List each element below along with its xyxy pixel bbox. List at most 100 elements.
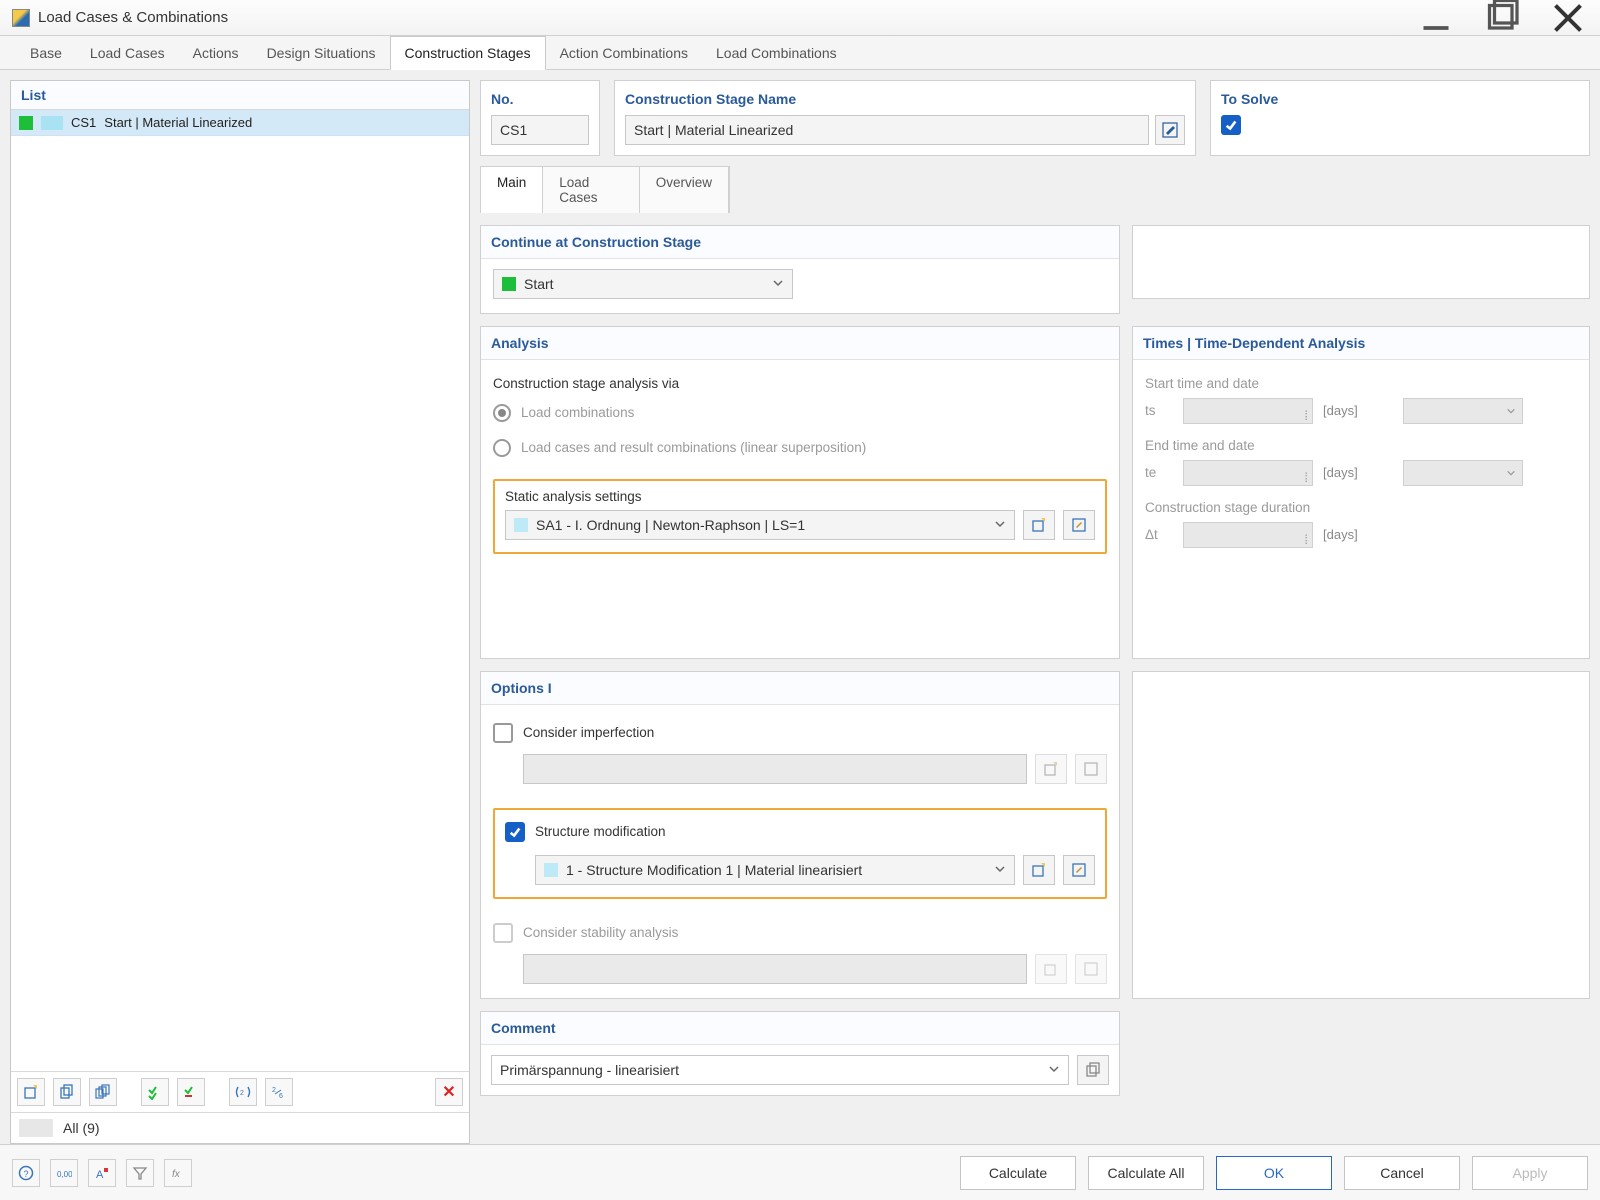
subtab-overview[interactable]: Overview [640, 167, 729, 213]
static-analysis-value: SA1 - I. Ordnung | Newton-Raphson | LS=1 [536, 517, 805, 533]
te-date-select[interactable] [1403, 460, 1523, 486]
ts-input[interactable]: ⁞ [1183, 398, 1313, 424]
to-solve-box: To Solve [1210, 80, 1590, 156]
ts-date-select[interactable] [1403, 398, 1523, 424]
radio-label-2: Load cases and result combinations (line… [521, 440, 866, 455]
imperfection-checkbox[interactable] [493, 723, 513, 743]
dt-input[interactable]: ⁞ [1183, 522, 1313, 548]
chevron-down-icon [1048, 1062, 1060, 1078]
structure-mod-checkbox[interactable] [505, 822, 525, 842]
calculate-button[interactable]: Calculate [960, 1156, 1076, 1190]
stability-label: Consider stability analysis [523, 925, 678, 940]
continue-dropdown[interactable]: Start [493, 269, 793, 299]
new-stability-icon[interactable] [1035, 954, 1067, 984]
imperfection-label: Consider imperfection [523, 725, 654, 740]
renumber-all-icon[interactable]: 26 [265, 1078, 293, 1106]
ok-button[interactable]: OK [1216, 1156, 1332, 1190]
units-icon[interactable]: 0,00 [50, 1159, 78, 1187]
te-input[interactable]: ⁞ [1183, 460, 1313, 486]
name-label: Construction Stage Name [625, 87, 1185, 115]
ts-unit: [days] [1323, 403, 1393, 418]
comment-dropdown[interactable]: Primärspannung - linearisiert [491, 1055, 1069, 1085]
dt-unit: [days] [1323, 527, 1393, 542]
delete-icon[interactable]: ✕ [435, 1078, 463, 1106]
structure-mod-label: Structure modification [535, 824, 666, 839]
structure-mod-dropdown[interactable]: 1 - Structure Modification 1 | Material … [535, 855, 1015, 885]
calculate-all-button[interactable]: Calculate All [1088, 1156, 1204, 1190]
subtab-load-cases[interactable]: Load Cases [543, 167, 639, 213]
static-analysis-dropdown[interactable]: SA1 - I. Ordnung | Newton-Raphson | LS=1 [505, 510, 1015, 540]
radio-load-combinations[interactable] [493, 404, 511, 422]
window-title: Load Cases & Combinations [38, 9, 228, 26]
swatch-cyan-icon [544, 863, 558, 877]
name-input[interactable] [625, 115, 1149, 145]
status-swatch-cyan [41, 116, 63, 130]
tab-load-combinations[interactable]: Load Combinations [702, 37, 851, 69]
list-row[interactable]: CS1 Start | Material Linearized [11, 110, 469, 136]
renumber-icon[interactable]: 2 [229, 1078, 257, 1106]
radio-linear-superposition[interactable] [493, 439, 511, 457]
times-title: Times | Time-Dependent Analysis [1133, 327, 1589, 360]
cancel-button[interactable]: Cancel [1344, 1156, 1460, 1190]
chevron-down-icon [772, 276, 784, 292]
copy-many-icon[interactable] [89, 1078, 117, 1106]
list-body[interactable]: CS1 Start | Material Linearized [11, 110, 469, 1071]
comment-title: Comment [481, 1012, 1119, 1045]
help-icon[interactable]: ? [12, 1159, 40, 1187]
structure-mod-value: 1 - Structure Modification 1 | Material … [566, 862, 862, 878]
analysis-card: Analysis Construction stage analysis via… [480, 326, 1120, 659]
stability-dropdown[interactable] [523, 954, 1027, 984]
edit-structure-mod-icon[interactable] [1063, 855, 1095, 885]
new-item-icon[interactable] [17, 1078, 45, 1106]
maximize-button[interactable] [1482, 4, 1522, 32]
imperfection-dropdown[interactable] [523, 754, 1027, 784]
edit-imperfection-icon[interactable] [1075, 754, 1107, 784]
apply-button[interactable]: Apply [1472, 1156, 1588, 1190]
subtabs: Main Load Cases Overview [480, 166, 730, 213]
function-icon[interactable]: fx [164, 1159, 192, 1187]
list-filter: All (9) [11, 1112, 469, 1143]
svg-text:0,00: 0,00 [57, 1170, 72, 1179]
close-button[interactable] [1548, 4, 1588, 32]
chevron-down-icon [994, 862, 1006, 878]
comment-value: Primärspannung - linearisiert [500, 1062, 679, 1078]
svg-text:2: 2 [240, 1090, 244, 1097]
list-row-code: CS1 [71, 115, 96, 130]
check-all-icon[interactable] [141, 1078, 169, 1106]
new-structure-mod-icon[interactable] [1023, 855, 1055, 885]
continue-title: Continue at Construction Stage [481, 226, 1119, 259]
tab-action-combinations[interactable]: Action Combinations [546, 37, 702, 69]
tab-design-situations[interactable]: Design Situations [253, 37, 390, 69]
copy-comment-icon[interactable] [1077, 1055, 1109, 1085]
svg-text:?: ? [24, 1169, 29, 1179]
top-tabs: Base Load Cases Actions Design Situation… [0, 36, 1600, 70]
no-label: No. [491, 87, 589, 115]
no-input[interactable] [491, 115, 589, 145]
static-label: Static analysis settings [505, 489, 1095, 504]
subtab-main[interactable]: Main [481, 167, 543, 213]
tab-load-cases[interactable]: Load Cases [76, 37, 179, 69]
edit-stability-icon[interactable] [1075, 954, 1107, 984]
static-analysis-highlight: Static analysis settings SA1 - I. Ordnun… [493, 479, 1107, 554]
to-solve-checkbox[interactable] [1221, 115, 1241, 135]
uncheck-all-icon[interactable] [177, 1078, 205, 1106]
empty-card-2 [1132, 671, 1590, 999]
middle-grid: Main Load Cases Overview Continue at Con… [480, 166, 1590, 1144]
new-static-icon[interactable] [1023, 510, 1055, 540]
filter-icon[interactable] [126, 1159, 154, 1187]
dt-label: Δt [1145, 527, 1173, 542]
text-size-icon[interactable]: A [88, 1159, 116, 1187]
edit-static-icon[interactable] [1063, 510, 1095, 540]
copy-icon[interactable] [53, 1078, 81, 1106]
filter-label: All (9) [63, 1120, 100, 1136]
minimize-button[interactable] [1416, 4, 1456, 32]
stability-checkbox[interactable] [493, 923, 513, 943]
te-label: te [1145, 465, 1173, 480]
tab-actions[interactable]: Actions [179, 37, 253, 69]
tab-base[interactable]: Base [16, 37, 76, 69]
analysis-title: Analysis [481, 327, 1119, 360]
new-imperfection-icon[interactable] [1035, 754, 1067, 784]
tab-construction-stages[interactable]: Construction Stages [390, 36, 546, 70]
edit-name-icon[interactable] [1155, 115, 1185, 145]
continue-value: Start [524, 276, 554, 292]
